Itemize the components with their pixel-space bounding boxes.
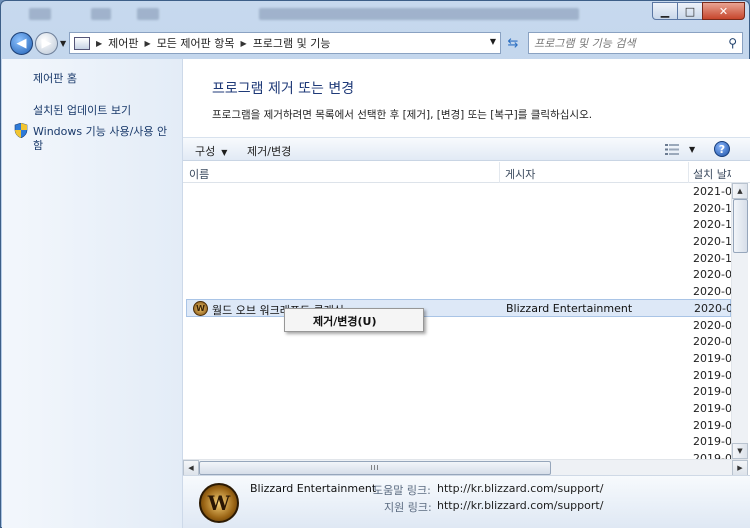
maximize-icon: □: [684, 4, 696, 18]
chevron-down-icon: ▼: [221, 148, 228, 157]
context-menu: 제거/변경(U): [284, 308, 424, 332]
column-header-installed-on[interactable]: 설치 날짜: [693, 166, 731, 182]
blurred-title-fragment: [137, 8, 159, 20]
breadcrumb-item-all-items[interactable]: 모든 제어판 항목: [157, 35, 235, 51]
chevron-right-icon[interactable]: ▶: [96, 39, 102, 48]
wow-classic-icon: W: [193, 301, 208, 316]
list-item-date[interactable]: 2019-0: [693, 385, 731, 398]
back-button[interactable]: ◀: [10, 32, 33, 55]
column-divider[interactable]: [688, 162, 689, 183]
horizontal-scroll-thumb[interactable]: III: [199, 461, 551, 475]
list-item-date[interactable]: 2019-0: [693, 352, 731, 365]
blurred-title-fragment: [29, 8, 51, 20]
list-header: 이름 게시자 설치 날짜: [183, 162, 750, 183]
sidebar-item-windows-features[interactable]: Windows 기능 사용/사용 안: [33, 123, 167, 139]
support-link-label: 지원 링크:: [384, 501, 432, 514]
maximize-button[interactable]: □: [677, 2, 703, 20]
help-icon[interactable]: ?: [714, 141, 730, 157]
close-button[interactable]: ✕: [702, 2, 745, 20]
main-content: 프로그램 제거 또는 변경 프로그램을 제거하려면 목록에서 선택한 후 [제거…: [183, 59, 750, 528]
list-item-date[interactable]: 2020-1: [693, 202, 731, 215]
horizontal-scrollbar[interactable]: ◀ III ▶: [183, 459, 748, 476]
program-date[interactable]: 2020-0: [694, 302, 731, 315]
help-link-label: 도움말 링크:: [373, 484, 431, 497]
list-item-date[interactable]: 2019-0: [693, 369, 731, 382]
minimize-button[interactable]: ▁: [652, 2, 678, 20]
list-item-date[interactable]: 2020-1: [693, 235, 731, 248]
task-pane: 제어판 홈 설치된 업데이트 보기 Windows 기능 사용/사용 안 함: [2, 59, 183, 528]
search-box[interactable]: ⚲: [528, 32, 743, 54]
control-panel-icon: [74, 36, 90, 50]
list-item-date[interactable]: 2020-0: [693, 285, 731, 298]
close-icon: ✕: [718, 4, 729, 18]
forward-arrow-icon: ▶: [41, 36, 52, 51]
address-bar[interactable]: ▶ 제어판 ▶ 모든 제어판 항목 ▶ 프로그램 및 기능 ▼: [69, 32, 501, 54]
search-input[interactable]: [534, 36, 724, 50]
command-bar: 구성 ▼ 제거/변경 ▼ ?: [183, 137, 750, 161]
sidebar-item-windows-features-cont[interactable]: 함: [33, 137, 43, 153]
list-item-date[interactable]: 2020-1: [693, 218, 731, 231]
details-publisher: Blizzard Entertainment: [250, 482, 377, 495]
title-bar[interactable]: ▁ □ ✕: [1, 1, 750, 27]
view-options-icon[interactable]: [665, 144, 679, 155]
uninstall-change-button[interactable]: 제거/변경: [247, 143, 291, 159]
refresh-button[interactable]: ⇆: [504, 33, 522, 53]
scroll-grip-icon: III: [370, 464, 380, 472]
selected-program-row[interactable]: W 월드 오브 워크래프트 클래식 Blizzard Entertainment…: [186, 299, 731, 317]
shield-icon: [14, 123, 28, 138]
search-icon[interactable]: ⚲: [728, 36, 737, 50]
minimize-icon: ▁: [660, 4, 670, 18]
chevron-right-icon[interactable]: ▶: [241, 39, 247, 48]
vertical-scroll-thumb[interactable]: [733, 199, 748, 253]
refresh-icon: ⇆: [507, 35, 519, 51]
scroll-left-arrow-icon[interactable]: ◀: [183, 460, 199, 476]
list-item-date[interactable]: 2020-1: [693, 252, 731, 265]
blurred-title-fragment: [259, 8, 579, 20]
list-item-date[interactable]: 2021-0: [693, 185, 731, 198]
list-item-date[interactable]: 2019-0: [693, 419, 731, 432]
forward-button[interactable]: ▶: [35, 32, 58, 55]
control-panel-window: ▁ □ ✕ ◀ ▶ ▼ ▶ 제어판 ▶ 모든 제어판 항목 ▶ 프로그램 및 기…: [0, 0, 750, 528]
chevron-right-icon[interactable]: ▶: [145, 39, 151, 48]
breadcrumb-item-control-panel[interactable]: 제어판: [108, 35, 138, 51]
blurred-title-fragment: [91, 8, 111, 20]
scroll-up-arrow-icon[interactable]: ▲: [732, 183, 748, 199]
list-item-date[interactable]: 2019-0: [693, 402, 731, 415]
column-divider[interactable]: [499, 162, 500, 183]
column-header-publisher[interactable]: 게시자: [505, 166, 535, 182]
breadcrumb: ▶ 제어판 ▶ 모든 제어판 항목 ▶ 프로그램 및 기능: [96, 35, 331, 51]
scroll-down-arrow-icon[interactable]: ▼: [732, 443, 748, 459]
list-item-date[interactable]: 2020-0: [693, 335, 731, 348]
list-item-date[interactable]: 2019-0: [693, 452, 731, 459]
breadcrumb-item-programs[interactable]: 프로그램 및 기능: [253, 35, 331, 51]
view-dropdown-icon[interactable]: ▼: [689, 145, 695, 154]
sidebar-item-control-panel-home[interactable]: 제어판 홈: [33, 70, 77, 86]
column-header-name[interactable]: 이름: [189, 166, 209, 182]
recent-pages-dropdown[interactable]: ▼: [60, 39, 66, 48]
program-publisher[interactable]: Blizzard Entertainment: [506, 302, 632, 315]
scroll-right-arrow-icon[interactable]: ▶: [732, 460, 748, 476]
help-link[interactable]: http://kr.blizzard.com/support/: [437, 482, 603, 495]
wow-classic-large-icon: W: [199, 483, 239, 523]
sidebar-item-installed-updates[interactable]: 설치된 업데이트 보기: [33, 102, 131, 118]
organize-menu[interactable]: 구성 ▼: [195, 143, 227, 159]
vertical-scrollbar[interactable]: ▲ ▼: [731, 183, 748, 459]
page-title: 프로그램 제거 또는 변경: [212, 81, 355, 97]
details-pane: W Blizzard Entertainment 도움말 링크: http://…: [183, 475, 750, 528]
list-item-date[interactable]: 2020-0: [693, 319, 731, 332]
list-item-date[interactable]: 2019-0: [693, 435, 731, 448]
page-description: 프로그램을 제거하려면 목록에서 선택한 후 [제거], [변경] 또는 [복구…: [212, 109, 593, 121]
back-arrow-icon: ◀: [16, 36, 27, 51]
support-link[interactable]: http://kr.blizzard.com/support/: [437, 499, 603, 512]
list-item-date[interactable]: 2020-0: [693, 268, 731, 281]
address-dropdown[interactable]: ▼: [490, 37, 496, 46]
context-menu-uninstall-change[interactable]: 제거/변경(U): [313, 313, 376, 329]
program-list: 2021-0 2020-1 2020-1 2020-1 2020-1 2020-…: [183, 183, 731, 459]
navigation-bar: ◀ ▶ ▼ ▶ 제어판 ▶ 모든 제어판 항목 ▶ 프로그램 및 기능 ▼ ⇆ …: [1, 29, 750, 57]
